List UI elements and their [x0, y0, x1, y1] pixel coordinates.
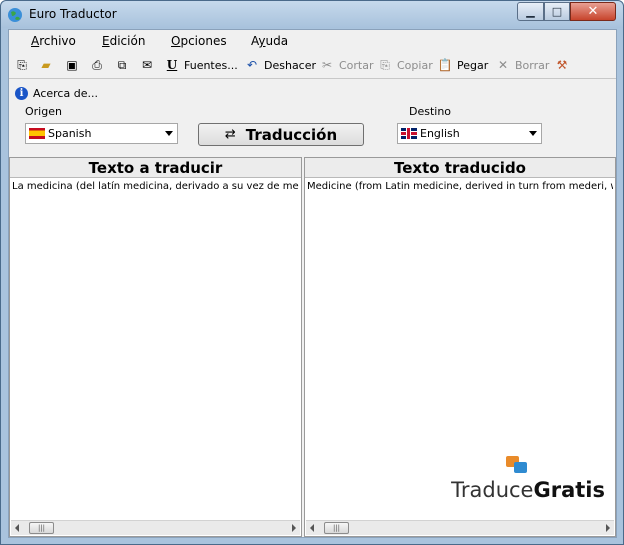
tools-icon: ⚒: [556, 58, 568, 72]
email-button[interactable]: ✉: [139, 56, 155, 74]
menu-edicion[interactable]: Edición: [102, 34, 145, 48]
menu-ayuda[interactable]: Ayuda: [251, 34, 288, 48]
scroll-left-icon[interactable]: [15, 524, 19, 532]
maximize-button[interactable]: □: [544, 2, 570, 21]
target-textarea[interactable]: Medicine (from Latin medicine, derived i…: [307, 181, 613, 192]
scroll-thumb[interactable]: |||: [29, 522, 54, 534]
x-delete-icon: ✕: [497, 58, 509, 72]
traducegratis-logo: Traduce Gratis: [451, 456, 605, 502]
chevron-down-icon: [529, 131, 537, 136]
scroll-left-icon[interactable]: [310, 524, 314, 532]
target-panel-title: Texto traducido: [305, 158, 615, 178]
source-text-panel[interactable]: Texto a traducir La medicina (del latín …: [9, 157, 302, 537]
menu-opciones[interactable]: Opciones: [171, 34, 227, 48]
paste-button[interactable]: 📋 Pegar: [437, 56, 489, 74]
globe-icon: [7, 7, 23, 23]
tools-button[interactable]: ⚒: [554, 56, 570, 74]
source-label: Origen: [25, 105, 62, 118]
translate-icon: ⇄: [224, 127, 236, 142]
floppy-icon: ▣: [66, 58, 78, 72]
source-horizontal-scrollbar[interactable]: |||: [11, 520, 300, 535]
menu-bar: Archivo Edición Opciones Ayuda: [9, 30, 616, 52]
toolbar: ⎘ ▰ ▣ ⎙ ⧉ ✉ U Fuentes... ↶ Deshacer ✂ Corta…: [9, 54, 616, 76]
copy-button[interactable]: ⎘ Copiar: [377, 56, 433, 74]
scissors-icon: ✂: [321, 58, 333, 72]
target-horizontal-scrollbar[interactable]: |||: [306, 520, 614, 535]
chevron-down-icon: [165, 131, 173, 136]
target-label: Destino: [409, 105, 452, 118]
scroll-thumb[interactable]: |||: [324, 522, 349, 534]
save-button[interactable]: ▣: [64, 56, 80, 74]
window-title: Euro Traductor: [29, 7, 117, 21]
chat-bubbles-icon: [506, 456, 532, 476]
delete-button[interactable]: ✕ Borrar: [495, 56, 549, 74]
open-button[interactable]: ▰: [38, 56, 54, 74]
undo-icon: ↶: [246, 58, 258, 72]
source-textarea[interactable]: La medicina (del latín medicina, derivad…: [12, 181, 299, 192]
client-area: Archivo Edición Opciones Ayuda ⎘ ▰ ▣ ⎙ ⧉…: [8, 29, 617, 538]
cut-button[interactable]: ✂ Cortar: [319, 56, 374, 74]
clipboard-icon: ⧉: [117, 57, 127, 72]
underline-icon: U: [166, 58, 178, 72]
source-language-select[interactable]: Spanish: [25, 123, 178, 144]
undo-button[interactable]: ↶ Deshacer: [244, 56, 316, 74]
folder-open-icon: ▰: [41, 58, 51, 72]
translate-button[interactable]: ⇄ Traducción: [198, 123, 364, 146]
printer-icon: ⎙: [92, 57, 102, 72]
close-button[interactable]: ✕: [570, 2, 616, 21]
source-panel-title: Texto a traducir: [10, 158, 301, 178]
translated-text-panel[interactable]: Texto traducido Medicine (from Latin med…: [304, 157, 616, 537]
info-icon: i: [15, 86, 28, 100]
paste-icon: 📋: [437, 58, 453, 72]
menu-archivo[interactable]: Archivo: [31, 34, 76, 48]
minimize-button[interactable]: ▁: [517, 2, 544, 21]
target-language-select[interactable]: English: [397, 123, 542, 144]
spain-flag-icon: [29, 128, 45, 139]
copy-icon: ⎘: [380, 57, 390, 72]
uk-flag-icon: [401, 128, 417, 139]
title-bar[interactable]: Euro Traductor ▁ □ ✕: [1, 1, 623, 28]
envelope-icon: ✉: [141, 58, 153, 72]
print-button[interactable]: ⎙: [89, 56, 105, 74]
scroll-right-icon[interactable]: [292, 524, 296, 532]
fonts-button[interactable]: U Fuentes...: [164, 56, 238, 74]
scroll-right-icon[interactable]: [606, 524, 610, 532]
about-link[interactable]: i Acerca de...: [15, 84, 98, 102]
app-window: Euro Traductor ▁ □ ✕ Archivo Edición Opc…: [0, 0, 624, 545]
copy-doc-icon: ⎘: [17, 57, 27, 72]
new-doc-button[interactable]: ⎘: [14, 56, 30, 74]
toolbar-divider: [9, 78, 616, 79]
preview-button[interactable]: ⧉: [114, 56, 130, 74]
